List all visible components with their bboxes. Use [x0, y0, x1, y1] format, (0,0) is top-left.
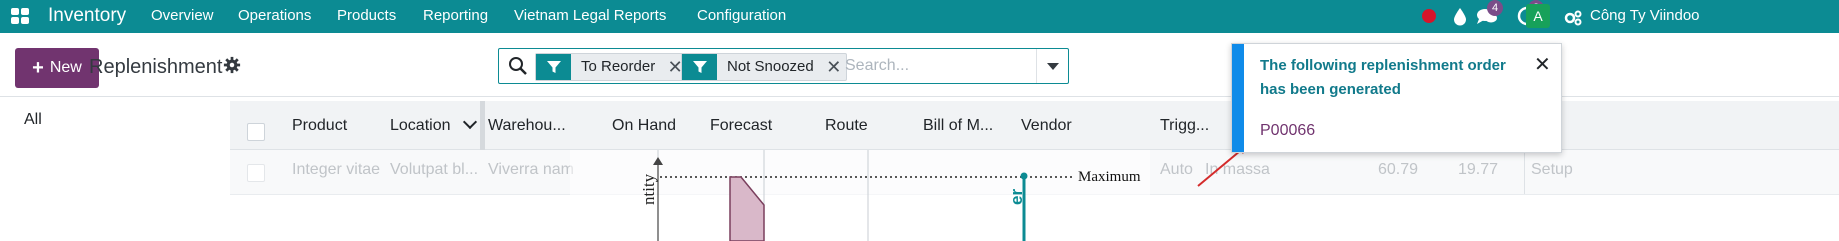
facet-to-reorder: To Reorder ✕ — [535, 53, 689, 81]
cell-value-a: 60.79 — [1378, 161, 1419, 178]
new-button[interactable]: + New — [15, 48, 99, 88]
plus-icon: + — [32, 56, 44, 79]
replenishment-table: Product Location Warehou... On Hand Fore… — [230, 101, 1839, 241]
remove-facet-icon[interactable]: ✕ — [822, 54, 846, 80]
messages-badge: 4 — [1487, 0, 1503, 16]
new-button-label: New — [49, 59, 82, 76]
column-location[interactable]: Location — [390, 117, 451, 135]
cell-product: Integer vitae — [292, 161, 381, 178]
cell-value-b: 19.77 — [1458, 161, 1499, 178]
cell-trigger-tail: In massa — [1205, 161, 1270, 178]
replenishment-order-link[interactable]: P00066 — [1260, 122, 1315, 140]
debug-drop-icon[interactable] — [1453, 6, 1467, 26]
search-input[interactable] — [845, 54, 1065, 78]
column-warehouse[interactable]: Warehou... — [488, 117, 566, 135]
column-trigger[interactable]: Trigg... — [1160, 117, 1209, 135]
menu-overview[interactable]: Overview — [151, 7, 214, 24]
search-separator — [1036, 49, 1037, 83]
column-bill-of-materials[interactable]: Bill of M... — [923, 117, 993, 135]
notification-message: The following replenishment order has be… — [1260, 57, 1506, 98]
cell-location: Volutpat bl... — [390, 161, 479, 178]
table-row — [230, 194, 1839, 241]
top-navbar: Inventory Overview Operations Products R… — [0, 0, 1839, 33]
cell-warehouse: Viverra nam — [488, 161, 574, 178]
column-forecast[interactable]: Forecast — [710, 117, 772, 135]
table-row[interactable]: Integer vitae Volutpat bl... Viverra nam… — [230, 150, 1839, 194]
setup-button[interactable]: Setup — [1524, 150, 1573, 194]
chevron-down-icon[interactable] — [462, 114, 478, 130]
filter-icon — [682, 54, 717, 80]
menu-vietnam-legal-reports[interactable]: Vietnam Legal Reports — [514, 7, 666, 24]
table-header: Product Location Warehou... On Hand Fore… — [230, 101, 1839, 150]
user-avatar-initial: A — [1533, 8, 1543, 24]
column-vendor[interactable]: Vendor — [1021, 117, 1072, 135]
search-panel: All — [0, 98, 230, 220]
column-resize-handle[interactable] — [480, 101, 485, 150]
search-icon[interactable] — [508, 56, 528, 76]
cell-trigger: Auto — [1160, 161, 1193, 178]
gear-icon[interactable] — [223, 56, 241, 74]
app-name[interactable]: Inventory — [48, 5, 126, 27]
company-name[interactable]: Công Ty Viindoo — [1590, 7, 1700, 24]
setup-button-label: Setup — [1531, 161, 1573, 178]
company-switch-icon[interactable] — [1563, 8, 1583, 28]
record-status-dot[interactable] — [1422, 9, 1436, 23]
search-options-toggle-icon[interactable] — [1047, 63, 1059, 70]
menu-operations[interactable]: Operations — [238, 7, 311, 24]
user-avatar[interactable]: A — [1526, 4, 1550, 28]
notification-accent — [1232, 44, 1244, 152]
column-on-hand[interactable]: On Hand — [612, 117, 676, 135]
page-title: Replenishment — [89, 56, 223, 78]
filter-icon — [536, 54, 571, 80]
facet-label: To Reorder — [581, 58, 656, 75]
app-menu-icon[interactable] — [11, 8, 29, 24]
select-all-checkbox[interactable] — [247, 123, 265, 141]
menu-products[interactable]: Products — [337, 7, 396, 24]
close-icon[interactable]: ✕ — [1534, 52, 1551, 77]
row-checkbox[interactable] — [247, 164, 265, 182]
menu-configuration[interactable]: Configuration — [697, 7, 786, 24]
sidebar-item-all[interactable]: All — [24, 111, 42, 129]
control-panel: + New Replenishment To Reorder ✕ Not Sno… — [0, 33, 1839, 97]
column-product[interactable]: Product — [292, 117, 347, 135]
notification-toast: The following replenishment order has be… — [1231, 43, 1562, 153]
search-bar: To Reorder ✕ Not Snoozed ✕ — [498, 48, 1069, 84]
facet-label: Not Snoozed — [727, 58, 814, 75]
column-route[interactable]: Route — [825, 117, 868, 135]
menu-reporting[interactable]: Reporting — [423, 7, 488, 24]
facet-not-snoozed: Not Snoozed ✕ — [681, 53, 847, 81]
